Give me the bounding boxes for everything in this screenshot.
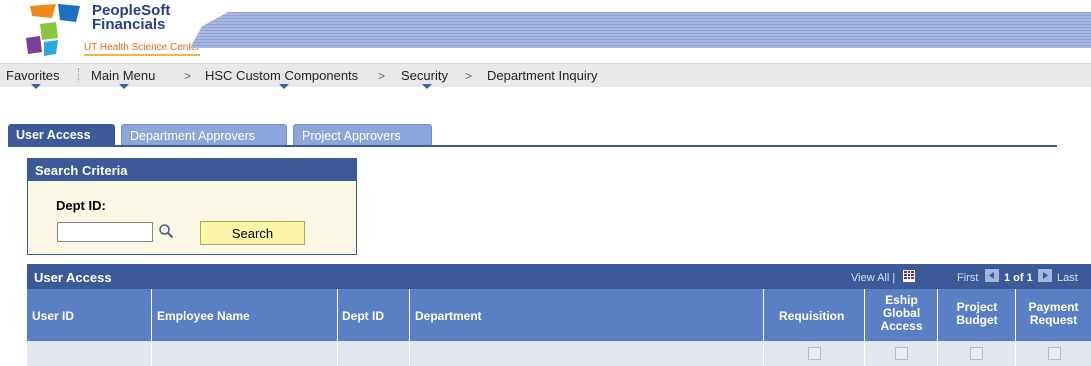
search-criteria-panel: Search Criteria Dept ID: Search: [27, 158, 357, 255]
column-requisition[interactable]: Requisition: [764, 289, 865, 341]
dept-id-label: Dept ID:: [56, 198, 106, 213]
main-menu-dropdown-icon[interactable]: [119, 84, 129, 89]
first-link[interactable]: First: [957, 272, 978, 284]
search-button[interactable]: Search: [200, 221, 305, 245]
grid-title: User Access: [34, 270, 112, 285]
grid-column-headers: User ID Employee Name Dept ID Department…: [27, 289, 1091, 341]
row-count: 1 of 1: [1004, 272, 1033, 284]
cell-payment-request: [1016, 341, 1091, 366]
header-banner: [190, 12, 1091, 48]
payment-request-checkbox[interactable]: [1048, 347, 1061, 360]
nav-security[interactable]: Security: [401, 68, 448, 83]
user-access-grid: User Access View All | First 1 of 1 Last…: [27, 264, 1091, 366]
cell-requisition: [764, 341, 865, 366]
last-link[interactable]: Last: [1057, 272, 1078, 284]
dept-id-input[interactable]: [57, 222, 153, 242]
search-criteria-title: Search Criteria: [28, 159, 356, 181]
custom-dropdown-icon[interactable]: [279, 84, 289, 89]
column-label: User ID: [32, 309, 75, 323]
column-payment-request[interactable]: Payment Request: [1016, 289, 1091, 341]
lookup-magnifier-icon[interactable]: [158, 223, 174, 239]
requisition-checkbox[interactable]: [808, 347, 821, 360]
column-user-id[interactable]: User ID: [27, 289, 152, 341]
breadcrumb-separator: >: [184, 69, 192, 83]
cell-dept-id: [338, 341, 410, 366]
column-label: Payment Request: [1028, 300, 1079, 327]
cell-department: [410, 341, 764, 366]
view-all-link[interactable]: View All |: [851, 272, 895, 284]
column-label: Project Budget: [956, 300, 998, 327]
org-name: UT Health Science Center: [84, 42, 200, 56]
cell-employee-name: [152, 341, 338, 366]
tab-project-approvers[interactable]: Project Approvers: [293, 124, 432, 146]
project-budget-checkbox[interactable]: [970, 347, 983, 360]
grid-view-icon[interactable]: [903, 270, 915, 282]
peoplesoft-logo: PeopleSoft Financials UT Health Science …: [22, 2, 212, 58]
column-label: Employee Name: [157, 309, 250, 323]
column-label: Requisition: [779, 309, 845, 323]
breadcrumb-separator: >: [378, 69, 386, 83]
breadcrumb-separator: >: [465, 69, 473, 83]
next-row-icon[interactable]: [1038, 269, 1052, 282]
column-project-budget[interactable]: Project Budget: [938, 289, 1016, 341]
tab-user-access[interactable]: User Access: [8, 124, 115, 146]
eship-global-access-checkbox[interactable]: [895, 347, 908, 360]
favorites-dropdown-icon[interactable]: [31, 84, 41, 89]
nav-favorites[interactable]: Favorites: [6, 68, 59, 83]
tab-department-approvers[interactable]: Department Approvers: [121, 124, 287, 146]
column-label: Dept ID: [342, 309, 384, 323]
brand-title: PeopleSoft Financials: [92, 2, 171, 33]
cell-eship-global-access: [865, 341, 938, 366]
previous-row-icon[interactable]: [985, 269, 999, 282]
cell-project-budget: [938, 341, 1016, 366]
security-dropdown-icon[interactable]: [422, 84, 432, 89]
breadcrumb: Favorites Main Menu > HSC Custom Compone…: [0, 63, 1091, 89]
column-label: Department: [415, 309, 482, 323]
column-dept-id[interactable]: Dept ID: [338, 289, 410, 341]
nav-hsc-custom-components[interactable]: HSC Custom Components: [205, 68, 358, 83]
cell-user-id: [27, 341, 152, 366]
grid-header: User Access View All | First 1 of 1 Last: [27, 264, 1091, 289]
table-row: [27, 341, 1091, 366]
column-employee-name[interactable]: Employee Name: [152, 289, 338, 341]
column-label: Eship Global Access: [880, 293, 923, 333]
nav-main-menu[interactable]: Main Menu: [91, 68, 155, 83]
nav-divider: [78, 68, 79, 82]
column-eship-global-access[interactable]: Eship Global Access: [865, 289, 938, 341]
column-department[interactable]: Department: [410, 289, 764, 341]
nav-department-inquiry: Department Inquiry: [487, 68, 598, 83]
header: PeopleSoft Financials UT Health Science …: [0, 0, 1091, 62]
tab-underline: [8, 145, 1057, 147]
